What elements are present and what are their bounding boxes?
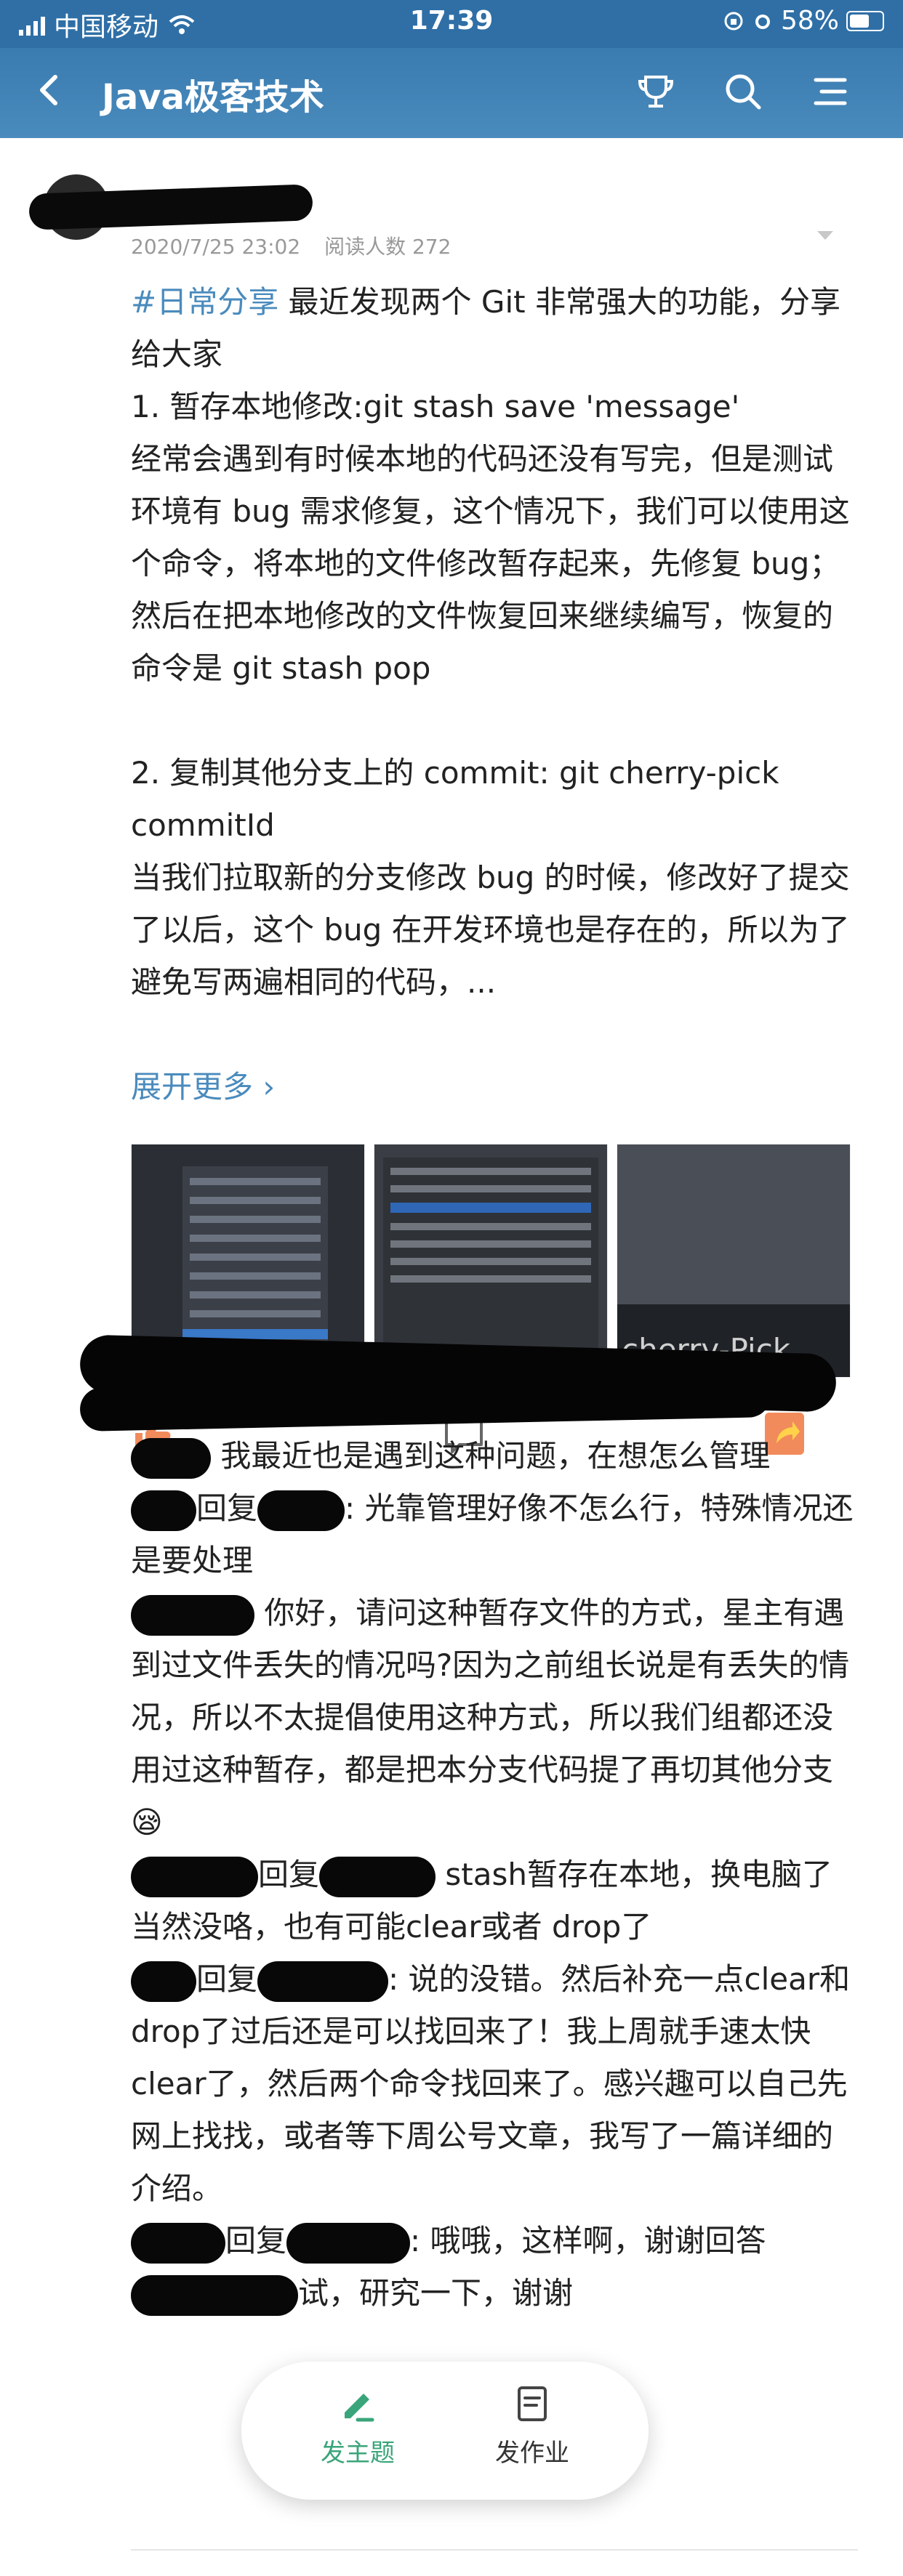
battery-percent: 58%	[780, 6, 839, 36]
redacted-commenter	[257, 1490, 345, 1531]
post-line-2: 1. 暂存本地修改:git stash save 'message'	[131, 389, 740, 424]
comment-item: 回复 stash暂存在本地，换电脑了当然没咯，也有可能clear或者 drop了	[131, 1849, 858, 1953]
expand-more-link[interactable]: 展开更多 ›	[131, 1062, 275, 1107]
redacted-commenter	[131, 1490, 196, 1531]
search-icon[interactable]	[721, 70, 765, 113]
comment-text: : 哦哦，这样啊，谢谢回答	[410, 2223, 766, 2258]
alarm-icon	[755, 14, 770, 29]
post-line-5: 2. 复制其他分支上的 commit: git cherry-pick comm…	[131, 755, 789, 843]
comment-item: 回复: 光靠管理好像不怎么行，特殊情况还是要处理	[131, 1482, 858, 1587]
battery-icon	[846, 10, 884, 31]
rotation-lock-icon	[724, 12, 743, 30]
reply-label: 回复	[196, 1961, 258, 1997]
app-bar: Java极客技术	[0, 48, 903, 138]
post-line-6: 当我们拉取新的分支修改 bug 的时候，修改好了提交了以后，这个 bug 在开发…	[131, 860, 850, 1000]
comment-item: 你好，请问这种暂存文件的方式，星主有遇到过文件丢失的情况吗?因为之前组长说是有丢…	[131, 1587, 858, 1849]
redacted-commenter	[319, 1856, 436, 1897]
redacted-commenter	[131, 1437, 211, 1479]
comment-text: 我最近也是遇到这种问题，在想怎么管理	[211, 1438, 771, 1474]
menu-icon[interactable]	[808, 70, 852, 113]
redacted-commenter	[131, 1594, 254, 1636]
post-homework-label: 发作业	[495, 2439, 569, 2468]
bottom-action-bar: 发主题 发作业	[241, 2362, 649, 2500]
chevron-down-icon[interactable]	[816, 230, 835, 241]
post-line-1: #日常分享 最近发现两个 Git 非常强大的功能，分享给大家	[131, 276, 858, 381]
redacted-commenter	[286, 2222, 411, 2264]
pencil-icon	[345, 2394, 374, 2422]
comment-item: 我最近也是遇到这种问题，在想怎么管理	[131, 1430, 858, 1482]
status-right: 58%	[723, 6, 884, 36]
back-icon[interactable]	[29, 68, 73, 112]
trophy-icon[interactable]	[634, 70, 678, 113]
redacted-commenter	[131, 1961, 196, 2002]
divider	[131, 2549, 858, 2551]
post-topic-button[interactable]: 发主题	[285, 2383, 430, 2468]
post-topic-label: 发主题	[321, 2439, 395, 2468]
hashtag-link[interactable]: #日常分享	[131, 284, 278, 320]
post-line-blank: ​	[131, 695, 858, 747]
comment-text: 试，研究一下，谢谢	[298, 2275, 574, 2311]
comment-item: 回复: 说的没错。然后补充一点clear和drop了过后还是可以找回来了！我上周…	[131, 1953, 858, 2215]
post-body: #日常分享 最近发现两个 Git 非常强大的功能，分享给大家 1. 暂存本地修改…	[131, 276, 858, 1009]
redacted-commenter	[131, 2274, 298, 2316]
redacted-commenter	[131, 1856, 258, 1897]
reply-label: 回复	[258, 1857, 320, 1892]
redacted-commenter	[257, 1961, 389, 2002]
comment-text: : 说的没错。然后补充一点clear和drop了过后还是可以找回来了！我上周就手…	[131, 1961, 851, 2206]
post-date: 2020/7/25 23:02	[131, 235, 301, 259]
comment-item: 回复 : 哦哦，这样啊，谢谢回答	[131, 2215, 858, 2267]
post-read-count: 阅读人数 272	[324, 235, 452, 259]
post-homework-button[interactable]: 发作业	[459, 2383, 605, 2468]
comment-item: 试，研究一下，谢谢	[131, 2267, 858, 2319]
comment-list: 我最近也是遇到这种问题，在想怎么管理 回复: 光靠管理好像不怎么行，特殊情况还是…	[131, 1430, 858, 2319]
reply-label: 回复	[225, 2223, 287, 2258]
homework-icon	[518, 2386, 547, 2421]
status-bar: 中国移动 17:39 58%	[0, 0, 903, 48]
redacted-commenter	[131, 2222, 225, 2264]
post-line-3: 经常会遇到有时候本地的代码还没有写完，但是测试环境有 bug 需求修复，这个情况…	[131, 441, 850, 686]
reply-label: 回复	[196, 1490, 258, 1526]
page-title: Java极客技术	[102, 77, 324, 118]
post-meta: 2020/7/25 23:02 阅读人数 272	[131, 231, 451, 260]
post-image-3[interactable]: cherry-Pick	[617, 1144, 851, 1378]
